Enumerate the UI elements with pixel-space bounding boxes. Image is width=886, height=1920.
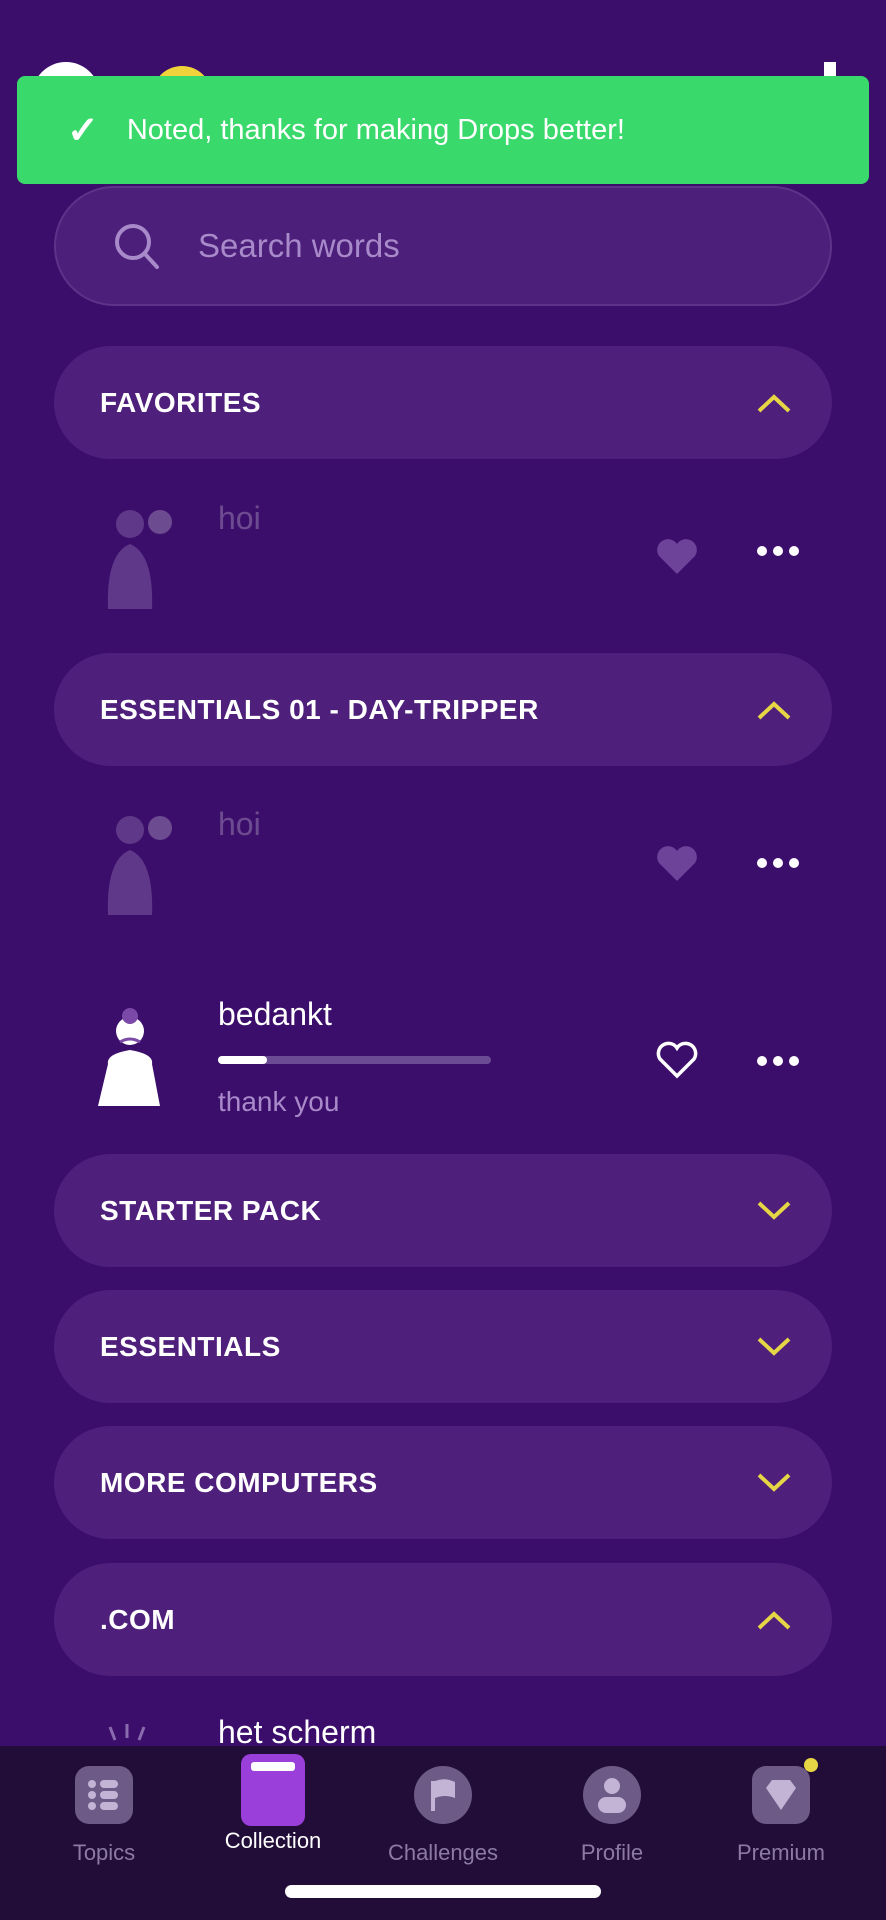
section-header-favorites[interactable]: FAVORITES xyxy=(54,346,832,459)
more-options-icon[interactable] xyxy=(756,1055,800,1067)
tab-collection[interactable]: Collection xyxy=(198,1754,348,1854)
tab-profile[interactable]: Profile xyxy=(537,1766,687,1866)
waving-person-illustration xyxy=(107,816,172,915)
word-row[interactable]: bedankt thank you xyxy=(0,996,886,1136)
heart-icon[interactable] xyxy=(655,843,699,883)
chevron-down-icon xyxy=(757,1337,791,1356)
chevron-up-icon xyxy=(757,700,791,719)
search-placeholder: Search words xyxy=(198,227,400,264)
book-icon xyxy=(241,1754,305,1826)
word-label: bedankt xyxy=(218,996,332,1032)
heart-icon[interactable] xyxy=(655,536,699,576)
section-header-more-computers[interactable]: MORE COMPUTERS xyxy=(54,1426,832,1539)
tab-premium[interactable]: Premium xyxy=(706,1758,856,1866)
heart-outline-icon[interactable] xyxy=(655,1040,699,1080)
person-icon xyxy=(583,1766,641,1824)
word-row[interactable]: hoi xyxy=(0,494,886,624)
chevron-down-icon xyxy=(757,1201,791,1220)
search-input[interactable]: Search words xyxy=(54,186,832,306)
thankful-person-illustration xyxy=(98,1008,160,1106)
more-options-icon[interactable] xyxy=(756,857,800,869)
chevron-up-icon xyxy=(757,1610,791,1629)
list-icon xyxy=(75,1766,133,1824)
progress-fill xyxy=(218,1056,268,1064)
word-label: hoi xyxy=(218,500,261,536)
section-header-essentials-01[interactable]: ESSENTIALS 01 - DAY-TRIPPER xyxy=(54,653,832,766)
word-label: hoi xyxy=(218,806,261,842)
toast-message: Noted, thanks for making Drops better! xyxy=(126,113,625,146)
tab-challenges[interactable]: Challenges xyxy=(368,1766,518,1866)
translation-label: thank you xyxy=(218,1086,340,1117)
diamond-icon xyxy=(752,1758,818,1824)
section-header-com[interactable]: .COM xyxy=(54,1563,832,1676)
home-indicator xyxy=(285,1885,601,1898)
more-options-icon[interactable] xyxy=(756,545,800,557)
section-header-starter-pack[interactable]: STARTER PACK xyxy=(54,1154,832,1267)
section-header-essentials[interactable]: ESSENTIALS xyxy=(54,1290,832,1403)
waving-person-illustration xyxy=(107,510,172,609)
word-row[interactable]: hoi xyxy=(0,800,886,930)
notification-badge xyxy=(804,1758,818,1772)
flag-icon xyxy=(414,1766,472,1824)
toast-notification: ✓ Noted, thanks for making Drops better! xyxy=(17,76,869,184)
chevron-up-icon xyxy=(757,393,791,412)
tab-topics[interactable]: Topics xyxy=(29,1766,179,1866)
progress-bar xyxy=(218,1056,491,1064)
search-icon xyxy=(115,224,159,269)
checkmark-icon: ✓ xyxy=(67,109,99,152)
chevron-down-icon xyxy=(757,1473,791,1492)
